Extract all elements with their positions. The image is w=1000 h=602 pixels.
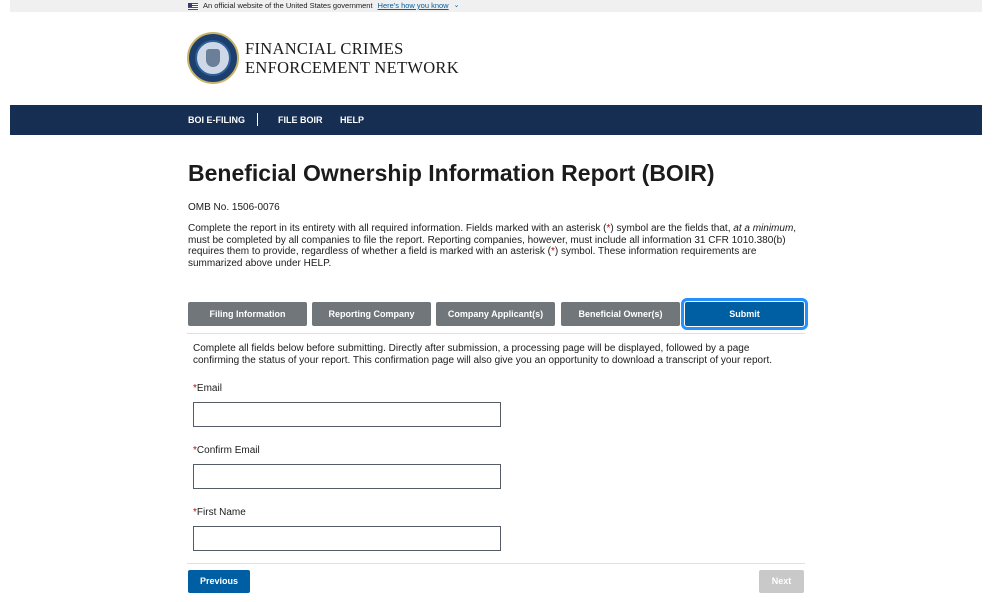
agency-name-line1: FINANCIAL CRIMES <box>245 39 404 58</box>
nav-boi-efiling[interactable]: BOI E-FILING <box>188 105 245 135</box>
nav-file-boir[interactable]: FILE BOIR <box>278 105 323 135</box>
agency-name-line2: ENFORCEMENT NETWORK <box>245 58 459 77</box>
site-header: FINANCIAL CRIMES ENFORCEMENT NETWORK <box>187 32 459 84</box>
main-nav: BOI E-FILING FILE BOIR HELP <box>10 105 982 135</box>
email-label: *Email <box>193 383 222 394</box>
gov-banner-text: An official website of the United States… <box>203 1 373 10</box>
email-field[interactable] <box>193 402 501 427</box>
tab-beneficial-owners[interactable]: Beneficial Owner(s) <box>561 302 680 326</box>
gov-banner: An official website of the United States… <box>10 0 982 12</box>
first-name-label: *First Name <box>193 507 246 518</box>
tab-submit[interactable]: Submit <box>681 298 808 330</box>
previous-button[interactable]: Previous <box>188 570 250 593</box>
us-flag-icon <box>188 2 198 10</box>
nav-help[interactable]: HELP <box>340 105 364 135</box>
email-label-text: Email <box>196 383 222 394</box>
submit-instructions: Complete all fields below before submitt… <box>193 343 773 366</box>
confirm-email-label-text: Confirm Email <box>196 445 260 456</box>
fincen-seal-logo[interactable] <box>187 32 239 84</box>
confirm-email-field[interactable] <box>193 464 501 489</box>
footer-divider <box>187 563 805 564</box>
next-button[interactable]: Next <box>759 570 804 593</box>
intro-emphasis: at a minimum <box>733 223 794 234</box>
tab-reporting-company[interactable]: Reporting Company <box>312 302 431 326</box>
omb-number: OMB No. 1506-0076 <box>188 202 280 213</box>
first-name-label-text: First Name <box>196 507 246 518</box>
first-name-field[interactable] <box>193 526 501 551</box>
intro-part-1: Complete the report in its entirety with… <box>188 223 607 234</box>
panel-divider <box>187 333 805 334</box>
confirm-email-label: *Confirm Email <box>193 445 260 456</box>
intro-part-2: ) symbol are the fields that, <box>610 223 734 234</box>
heres-how-you-know-link[interactable]: Here's how you know <box>378 0 449 12</box>
chevron-down-icon[interactable]: ⌄ <box>454 0 460 12</box>
tab-filing-information[interactable]: Filing Information <box>188 302 307 326</box>
intro-paragraph: Complete the report in its entirety with… <box>188 223 806 270</box>
tab-company-applicants[interactable]: Company Applicant(s) <box>436 302 555 326</box>
agency-name[interactable]: FINANCIAL CRIMES ENFORCEMENT NETWORK <box>245 39 459 77</box>
page-title: Beneficial Ownership Information Report … <box>188 160 715 186</box>
nav-divider <box>257 113 258 126</box>
